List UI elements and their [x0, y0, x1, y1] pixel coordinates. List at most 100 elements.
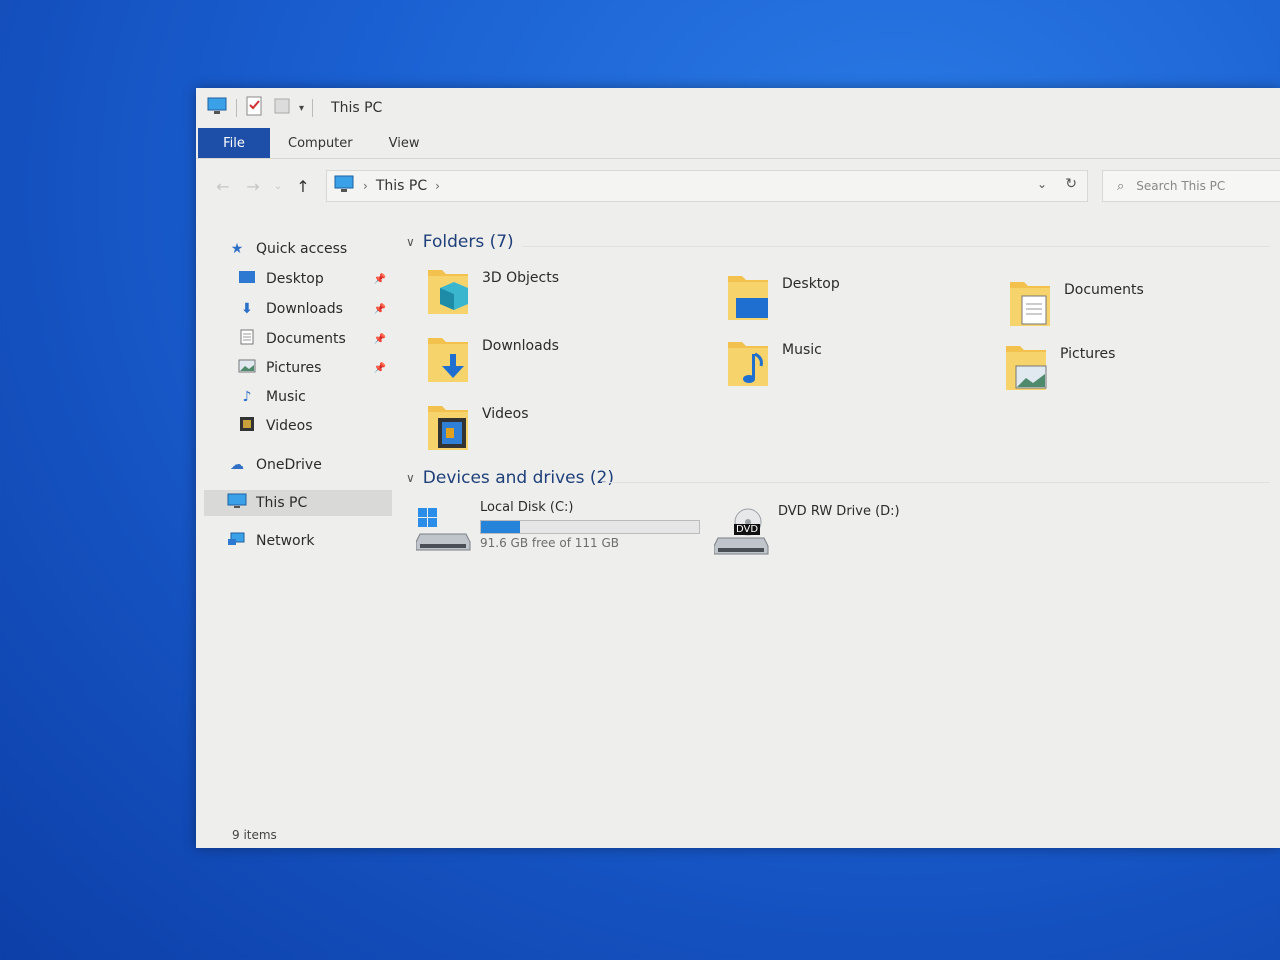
window-title: This PC: [331, 100, 383, 116]
address-bar[interactable]: › This PC › ⌄ ↻: [326, 170, 1088, 202]
sidebar-item-label: Downloads: [266, 301, 343, 317]
folder-documents[interactable]: Documents: [984, 276, 1244, 340]
new-folder-icon[interactable]: [273, 96, 291, 120]
tab-file[interactable]: File: [198, 128, 270, 158]
search-icon: ⌕: [1117, 178, 1125, 194]
folder-label: Pictures: [1060, 346, 1116, 362]
drive-label: DVD RW Drive (D:): [778, 504, 900, 519]
sidebar-item-label: OneDrive: [256, 457, 322, 473]
music-folder-icon: [724, 336, 772, 392]
breadcrumb-this-pc[interactable]: This PC: [376, 178, 427, 194]
folder-pictures[interactable]: Pictures: [980, 340, 1240, 404]
chevron-down-icon[interactable]: ⌄: [1037, 177, 1047, 191]
sidebar-item-network[interactable]: Network: [226, 528, 392, 554]
sidebar-item-onedrive[interactable]: ☁ OneDrive: [226, 452, 392, 478]
toolbar-separator: [312, 99, 314, 117]
title-bar: ▾ This PC: [196, 88, 1280, 128]
sidebar-item-label: This PC: [256, 495, 308, 511]
status-bar-item-count: 9 items: [232, 828, 277, 842]
document-icon: [236, 329, 258, 349]
folder-downloads[interactable]: Downloads: [402, 332, 662, 396]
folder-videos[interactable]: Videos: [402, 400, 662, 464]
folder-music[interactable]: Music: [702, 336, 962, 400]
divider: [522, 246, 1270, 247]
sidebar-item-music[interactable]: ♪ Music: [236, 384, 392, 410]
sidebar-item-this-pc[interactable]: This PC: [204, 490, 392, 516]
pin-icon[interactable]: 📌: [374, 334, 386, 345]
folder-label: Videos: [482, 406, 529, 422]
sidebar-item-label: Videos: [266, 418, 313, 434]
file-explorer-window: ▾ This PC File Computer View ← → ⌄ ↑ › T…: [196, 88, 1280, 848]
film-icon: [236, 416, 258, 436]
navigation-pane: ★ Quick access Desktop 📌 ⬇ Downloads 📌 D…: [196, 228, 396, 808]
sidebar-item-videos[interactable]: Videos: [236, 413, 392, 439]
folder-label: Documents: [1064, 282, 1144, 298]
group-title: Folders (7): [422, 232, 514, 252]
refresh-icon[interactable]: ↻: [1065, 176, 1077, 192]
folder-label: 3D Objects: [482, 270, 560, 286]
ribbon-tabs: File Computer View: [196, 128, 1280, 159]
back-arrow-icon[interactable]: ←: [208, 177, 238, 196]
sidebar-item-documents[interactable]: Documents 📌: [236, 326, 392, 352]
pictures-icon: [236, 359, 258, 377]
folder-label: Music: [782, 342, 822, 358]
downloads-folder-icon: [424, 332, 472, 388]
pin-icon[interactable]: 📌: [374, 274, 386, 285]
folders-group-header[interactable]: ∨ Folders (7): [406, 232, 514, 252]
sidebar-item-label: Music: [266, 389, 306, 405]
sidebar-item-label: Network: [256, 533, 315, 549]
chevron-right-icon[interactable]: ›: [363, 179, 368, 193]
chevron-right-icon[interactable]: ›: [435, 179, 440, 193]
search-input[interactable]: [1134, 178, 1269, 194]
cloud-icon: ☁: [230, 457, 244, 473]
folder-label: Desktop: [782, 276, 840, 292]
music-note-icon: ♪: [242, 389, 252, 405]
recent-locations-icon[interactable]: ⌄: [268, 181, 288, 192]
toolbar-separator: [236, 99, 237, 117]
tab-computer[interactable]: Computer: [270, 128, 371, 158]
sidebar-item-label: Documents: [266, 331, 346, 347]
drive-label: Local Disk (C:): [480, 500, 574, 515]
forward-arrow-icon[interactable]: →: [238, 177, 268, 196]
pin-icon[interactable]: 📌: [374, 363, 386, 374]
tab-view[interactable]: View: [371, 128, 438, 158]
properties-icon[interactable]: [245, 96, 263, 120]
sidebar-item-label: Pictures: [266, 360, 322, 376]
divider: [602, 482, 1270, 483]
content-pane: ∨ Folders (7) 3D Objects Desktop Documen…: [402, 228, 1280, 828]
chevron-down-icon[interactable]: ∨: [406, 471, 415, 485]
folder-3d-objects[interactable]: 3D Objects: [402, 264, 662, 328]
dvd-badge: DVD: [734, 524, 761, 535]
pictures-folder-icon: [1002, 340, 1050, 396]
customize-toolbar-dropdown-icon[interactable]: ▾: [299, 103, 304, 114]
drive-local-disk-c[interactable]: Local Disk (C:) 91.6 GB free of 111 GB: [402, 500, 722, 560]
group-title: Devices and drives (2): [422, 468, 614, 488]
navigation-bar: ← → ⌄ ↑ › This PC › ⌄ ↻ ⌕: [196, 166, 1280, 206]
sidebar-item-downloads[interactable]: ⬇ Downloads 📌: [236, 296, 392, 322]
sidebar-item-label: Desktop: [266, 271, 324, 287]
star-icon: ★: [230, 241, 244, 257]
drive-free-space: 91.6 GB free of 111 GB: [480, 536, 619, 550]
up-arrow-icon[interactable]: ↑: [288, 177, 318, 196]
drive-usage-bar: [480, 520, 700, 534]
3d-objects-folder-icon: [424, 264, 472, 320]
windows-drive-icon: [415, 504, 472, 552]
desktop-icon: [236, 270, 258, 288]
dvd-drive-icon: DVD: [713, 508, 770, 556]
drives-group-header[interactable]: ∨ Devices and drives (2): [406, 468, 614, 488]
computer-icon[interactable]: [206, 96, 228, 120]
desktop-folder-icon: [724, 270, 772, 326]
pin-icon[interactable]: 📌: [374, 304, 386, 315]
network-icon: [226, 531, 248, 551]
search-box[interactable]: ⌕: [1102, 170, 1280, 202]
chevron-down-icon[interactable]: ∨: [406, 235, 415, 249]
sidebar-item-label: Quick access: [256, 241, 348, 257]
computer-icon: [226, 493, 248, 513]
sidebar-item-pictures[interactable]: Pictures 📌: [236, 355, 392, 381]
folder-desktop[interactable]: Desktop: [702, 270, 962, 334]
drive-dvd-rw-d[interactable]: DVD DVD RW Drive (D:): [700, 504, 1000, 564]
computer-icon: [333, 175, 355, 197]
folder-label: Downloads: [482, 338, 559, 354]
sidebar-item-quick-access[interactable]: ★ Quick access: [226, 236, 392, 262]
sidebar-item-desktop[interactable]: Desktop 📌: [236, 266, 392, 292]
